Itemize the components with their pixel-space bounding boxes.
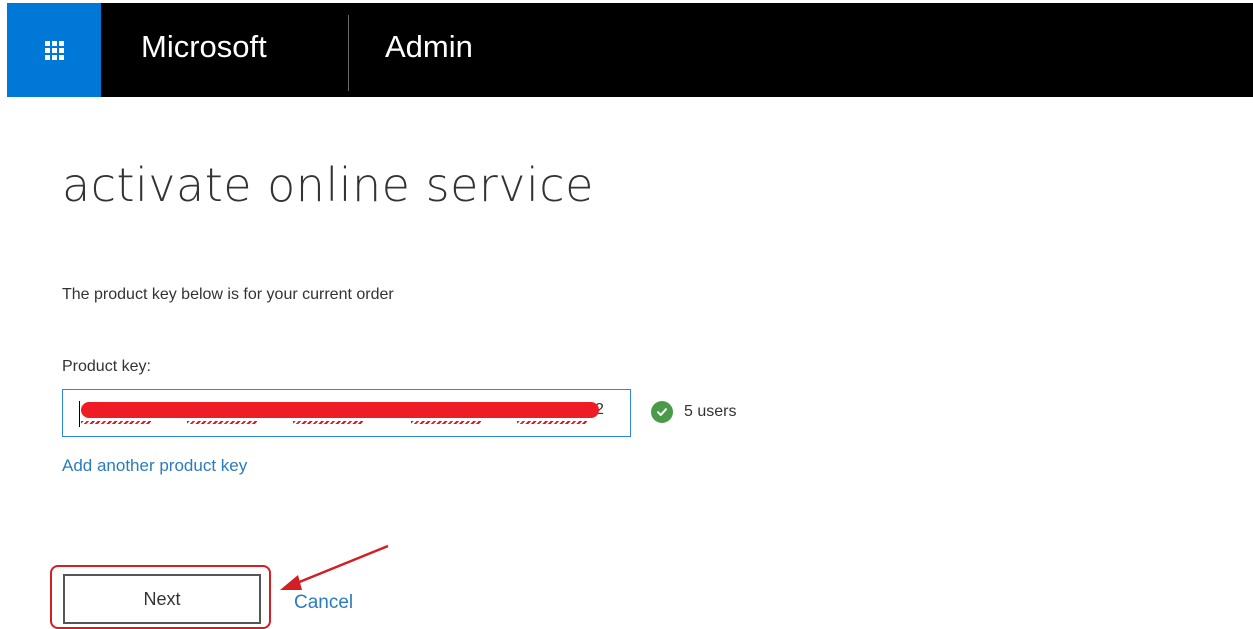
spellcheck-underline	[411, 421, 481, 424]
next-button[interactable]: Next	[63, 574, 261, 624]
users-count: 5 users	[684, 403, 737, 420]
redaction-mark	[81, 402, 599, 418]
annotation-arrow	[280, 544, 389, 590]
spellcheck-underline	[517, 421, 587, 424]
top-navigation-bar: Microsoft Admin	[7, 3, 1253, 97]
checkmark-icon	[651, 401, 673, 423]
spellcheck-underline	[187, 421, 257, 424]
add-another-product-key-link[interactable]: Add another product key	[62, 456, 247, 476]
key-status: 5 users	[651, 401, 736, 423]
text-caret	[79, 401, 80, 427]
page-title: activate online service	[62, 158, 594, 212]
product-key-input[interactable]: 2	[62, 389, 631, 437]
spellcheck-underline	[81, 421, 151, 424]
header-divider	[348, 15, 349, 91]
app-title[interactable]: Admin	[385, 27, 473, 67]
spellcheck-underline	[293, 421, 363, 424]
waffle-icon	[44, 40, 64, 60]
microsoft-brand[interactable]: Microsoft	[141, 27, 267, 67]
app-launcher-button[interactable]	[7, 3, 101, 97]
product-key-label: Product key:	[62, 358, 151, 375]
intro-text: The product key below is for your curren…	[62, 286, 394, 303]
